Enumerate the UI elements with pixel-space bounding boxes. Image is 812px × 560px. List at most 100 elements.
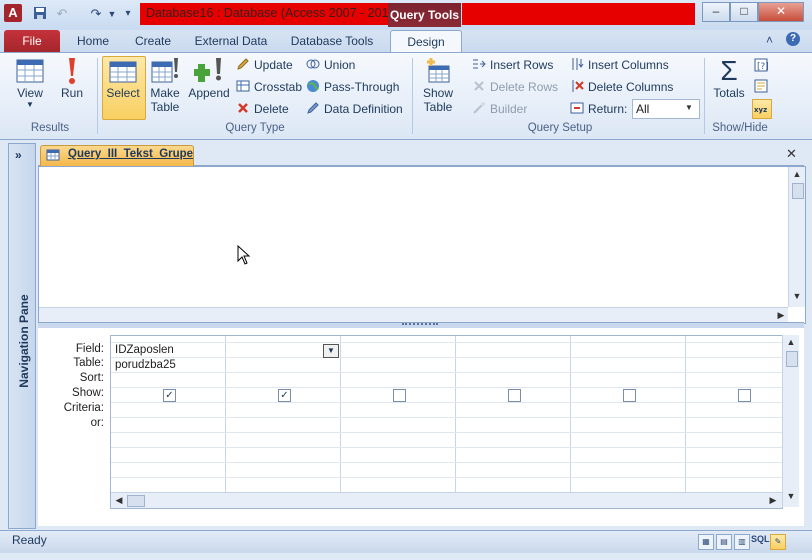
save-icon[interactable] <box>32 6 48 22</box>
delete-query-button[interactable]: Delete <box>236 100 289 118</box>
row-label-show: Show: <box>72 387 104 399</box>
results-group-label: Results <box>30 122 70 134</box>
design-view-icon[interactable]: ✎ <box>770 534 786 550</box>
tab-file[interactable]: File <box>4 30 60 52</box>
grid-vertical-scrollbar[interactable]: ▲ ▼ <box>782 335 799 507</box>
scroll-right-arrow-icon[interactable]: ▶ <box>767 495 779 506</box>
access-app-icon[interactable]: A <box>4 4 22 22</box>
append-button[interactable]: Append <box>187 56 231 100</box>
parameters-icon[interactable]: [?] <box>754 58 769 72</box>
show-table-button[interactable]: Show Table <box>418 56 458 114</box>
delete-columns-button[interactable]: Delete Columns <box>570 78 673 96</box>
delete-rows-icon <box>472 79 486 93</box>
grid-column-divider <box>225 336 226 508</box>
tab-create[interactable]: Create <box>128 30 178 52</box>
field-dropdown-icon[interactable]: ▼ <box>323 344 339 358</box>
grid-column-divider <box>685 336 686 508</box>
run-label: Run <box>60 86 83 100</box>
scroll-right-arrow-icon[interactable]: ▶ <box>775 310 787 321</box>
status-bar <box>0 530 812 553</box>
scroll-thumb[interactable] <box>786 351 798 367</box>
totals-button[interactable]: Σ Totals <box>710 55 748 101</box>
sigma-icon: Σ <box>720 55 738 86</box>
scroll-thumb[interactable] <box>127 495 145 507</box>
pivot-table-view-icon[interactable]: ▤ <box>716 534 732 550</box>
navigation-pane[interactable]: » Navigation Pane <box>8 143 36 529</box>
tab-database-tools[interactable]: Database Tools <box>284 30 380 52</box>
scroll-up-arrow-icon[interactable]: ▲ <box>785 337 797 347</box>
ribbon-minimize-icon[interactable]: ˄ <box>766 33 773 47</box>
table-pane[interactable]: ▲ ▼ ▶ <box>38 166 806 324</box>
union-label: Union <box>324 58 356 72</box>
table-names-icon[interactable]: xyz <box>752 99 772 119</box>
show-checkbox-1[interactable]: ✓ <box>163 389 176 402</box>
table-pane-vertical-scrollbar[interactable]: ▲ ▼ <box>788 167 805 307</box>
pencil-icon <box>236 57 250 71</box>
builder-button: Builder <box>472 100 527 118</box>
customize-qat-icon[interactable]: ▾ <box>120 6 136 22</box>
show-checkbox-3[interactable] <box>393 389 406 402</box>
close-document-icon[interactable]: ✕ <box>786 146 797 162</box>
scroll-left-arrow-icon[interactable]: ◀ <box>113 495 125 506</box>
crosstab-button[interactable]: Crosstab <box>236 78 302 96</box>
property-sheet-icon[interactable] <box>754 79 768 93</box>
insert-columns-button[interactable]: Insert Columns <box>570 56 669 74</box>
field-cell-1[interactable]: IDZaposlen <box>115 344 174 356</box>
show-checkbox-2[interactable]: ✓ <box>278 389 291 402</box>
scroll-thumb[interactable] <box>792 183 804 199</box>
show-checkbox-4[interactable] <box>508 389 521 402</box>
return-dropdown-icon[interactable]: ▼ <box>685 103 693 112</box>
append-label: Append <box>188 86 230 100</box>
svg-text:[?]: [?] <box>757 62 768 72</box>
builder-label: Builder <box>490 102 528 116</box>
query-design-grid[interactable]: IDZaposlen porudzba25 ▼ ✓ ✓ ◀ ▶ <box>110 335 783 509</box>
make-table-label-2: Table <box>150 100 180 114</box>
row-label-sort: Sort: <box>79 372 104 384</box>
scroll-down-arrow-icon[interactable]: ▼ <box>791 291 803 301</box>
insert-rows-button[interactable]: Insert Rows <box>472 56 553 74</box>
close-window-button[interactable]: ✕ <box>758 2 804 22</box>
tab-design[interactable]: Design <box>390 30 462 52</box>
status-text: Ready <box>12 533 47 547</box>
run-button[interactable]: Run <box>56 56 88 100</box>
redo-icon[interactable]: ↷ <box>88 6 104 22</box>
svg-text:xyz: xyz <box>754 106 767 114</box>
grid-horizontal-scrollbar[interactable]: ◀ ▶ <box>111 492 782 508</box>
pivot-chart-view-icon[interactable]: ▥ <box>734 534 750 550</box>
qat-dropdown-icon[interactable]: ▼ <box>104 6 120 22</box>
show-table-label-2: Table <box>423 100 453 114</box>
return-value: All <box>636 102 650 116</box>
view-button[interactable]: View ▼ <box>10 56 50 109</box>
datasheet-view-icon[interactable]: ▦ <box>698 534 714 550</box>
show-checkbox-5[interactable] <box>623 389 636 402</box>
query-type-group-label: Query Type <box>225 122 285 134</box>
union-button[interactable]: Union <box>306 56 355 74</box>
table-pane-horizontal-scrollbar[interactable]: ▶ <box>39 307 788 323</box>
make-table-label-1: Make <box>150 86 180 100</box>
mouse-cursor-icon <box>237 244 251 265</box>
update-button[interactable]: Update <box>236 56 293 74</box>
tab-external-data[interactable]: External Data <box>188 30 274 52</box>
table-cell-1[interactable]: porudzba25 <box>115 359 176 371</box>
select-query-button[interactable]: Select <box>102 56 144 100</box>
show-checkbox-6[interactable] <box>738 389 751 402</box>
tab-home[interactable]: Home <box>70 30 116 52</box>
grid-row-divider <box>111 447 782 448</box>
nav-pane-expand-icon[interactable]: » <box>15 148 29 162</box>
scroll-up-arrow-icon[interactable]: ▲ <box>791 169 803 179</box>
help-icon[interactable]: ? <box>786 32 800 46</box>
grid-row-divider <box>111 477 782 478</box>
make-table-button[interactable]: Make Table <box>146 56 184 114</box>
scroll-down-arrow-icon[interactable]: ▼ <box>785 491 797 501</box>
grid-row-divider <box>111 357 782 358</box>
pass-through-button[interactable]: Pass-Through <box>306 78 399 96</box>
grid-row-divider <box>111 432 782 433</box>
query-object-icon <box>46 148 60 162</box>
return-select[interactable]: All ▼ <box>632 99 700 119</box>
maximize-button[interactable]: □ <box>730 2 758 22</box>
insert-rows-icon <box>472 57 486 71</box>
minimize-button[interactable]: – <box>702 2 730 22</box>
union-icon <box>306 57 320 71</box>
data-definition-button[interactable]: Data Definition <box>306 100 403 118</box>
sql-view-button[interactable]: SQL <box>751 534 770 544</box>
